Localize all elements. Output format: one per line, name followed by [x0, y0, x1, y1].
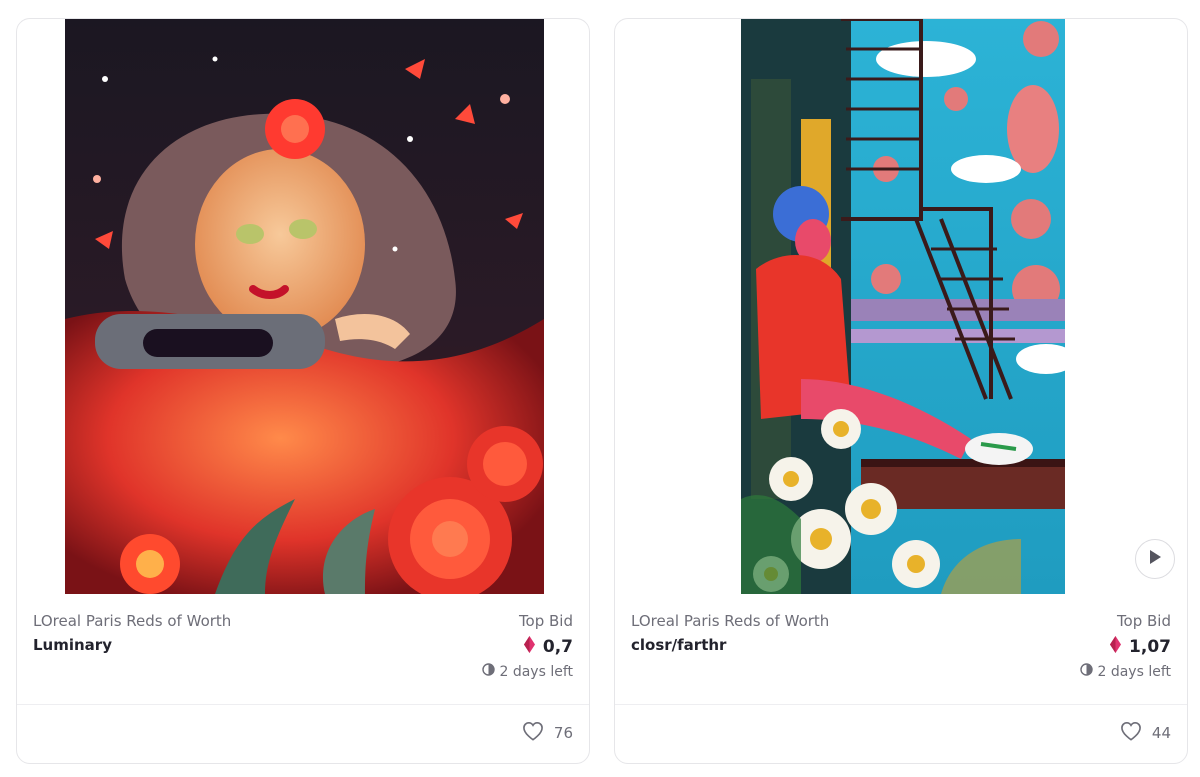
like-button[interactable]: 44: [1120, 721, 1171, 745]
heart-icon[interactable]: [522, 721, 544, 745]
top-bid-label: Top Bid: [1116, 612, 1171, 630]
like-count: 44: [1151, 724, 1171, 742]
nft-card-details: LOreal Paris Reds of Worth closr/farthr …: [631, 612, 1171, 692]
like-count: 76: [553, 724, 573, 742]
nft-card-footer: 44: [615, 704, 1187, 763]
nft-card-grid: LOreal Paris Reds of Worth Luminary Top …: [0, 0, 1200, 777]
nft-artwork-image[interactable]: [65, 19, 544, 594]
nft-card[interactable]: LOreal Paris Reds of Worth Luminary Top …: [16, 18, 590, 764]
play-icon[interactable]: [1148, 549, 1162, 569]
time-left: 2 days left: [1080, 663, 1171, 680]
nft-card[interactable]: LOreal Paris Reds of Worth closr/farthr …: [614, 18, 1188, 764]
time-left-text: 2 days left: [499, 663, 573, 680]
like-button[interactable]: 76: [522, 721, 573, 745]
nft-card-details: LOreal Paris Reds of Worth Luminary Top …: [33, 612, 573, 692]
eth-diamond-icon: [523, 636, 535, 658]
time-left-text: 2 days left: [1097, 663, 1171, 680]
clock-icon: [1080, 663, 1094, 680]
time-left: 2 days left: [482, 663, 573, 680]
collection-name[interactable]: LOreal Paris Reds of Worth: [33, 612, 231, 630]
nft-artwork-image[interactable]: [741, 19, 1065, 594]
heart-icon[interactable]: [1120, 721, 1142, 745]
artist-name[interactable]: closr/farthr: [631, 636, 726, 654]
eth-diamond-icon: [1110, 636, 1122, 658]
clock-icon: [482, 663, 496, 680]
bid-amount: 1,07: [1129, 637, 1171, 657]
play-button[interactable]: [1135, 539, 1175, 579]
artist-name[interactable]: Luminary: [33, 636, 112, 654]
nft-card-footer: 76: [17, 704, 589, 763]
top-bid-label: Top Bid: [518, 612, 573, 630]
top-bid-value: 1,07: [1110, 636, 1171, 658]
bid-amount: 0,7: [542, 637, 573, 657]
top-bid-value: 0,7: [523, 636, 573, 658]
collection-name[interactable]: LOreal Paris Reds of Worth: [631, 612, 829, 630]
